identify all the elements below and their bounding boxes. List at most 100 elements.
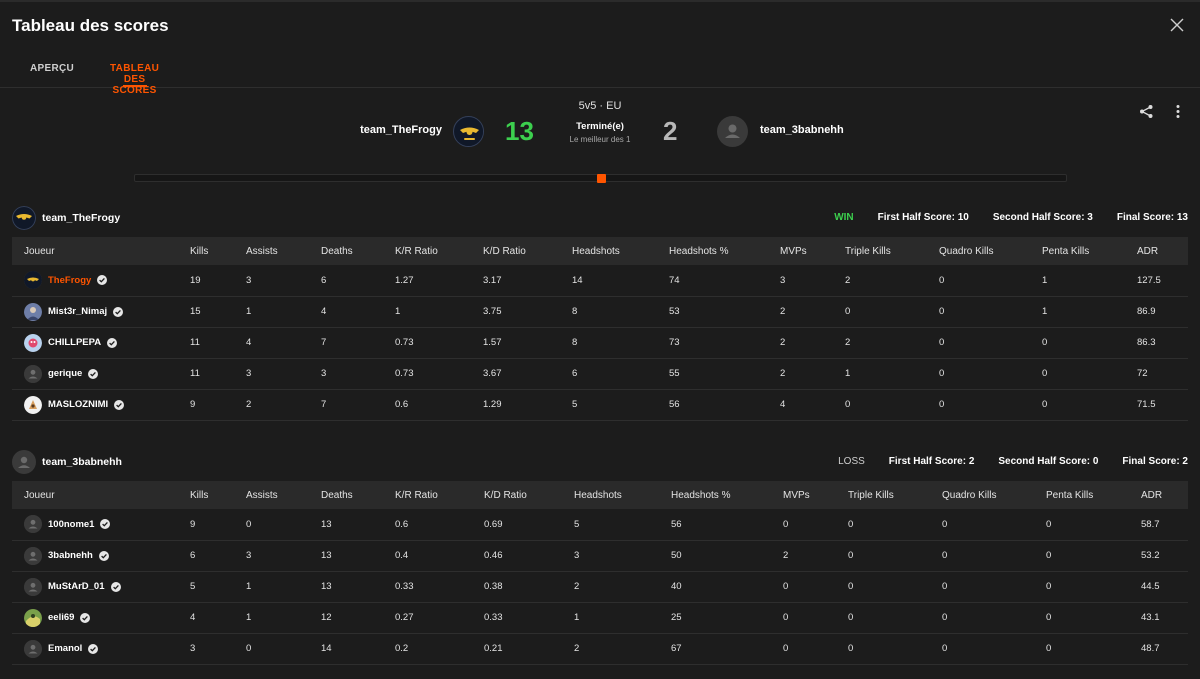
- col-header-triple-kills[interactable]: Triple Kills: [833, 237, 927, 265]
- stat-triple-kills: 0: [836, 633, 930, 665]
- progress-marker: [597, 174, 606, 183]
- team-a-name[interactable]: team_TheFrogy: [360, 124, 442, 136]
- player-link[interactable]: MASLOZNIMI: [24, 395, 178, 414]
- verified-icon: [98, 550, 109, 561]
- stat-assists: 3: [234, 265, 309, 297]
- avatar[interactable]: [24, 608, 42, 627]
- player-link[interactable]: gerique: [24, 364, 178, 383]
- team-b-logo[interactable]: [717, 116, 748, 147]
- stat-kd-ratio: 3.67: [471, 358, 560, 390]
- verified-icon: [100, 519, 111, 530]
- team-b-section-name[interactable]: team_3babnehh: [42, 456, 122, 468]
- col-header-quadro-kills[interactable]: Quadro Kills: [927, 237, 1030, 265]
- col-header-kd-ratio[interactable]: K/D Ratio: [472, 481, 562, 509]
- stat-penta-kills: 0: [1034, 633, 1129, 665]
- avatar[interactable]: [24, 302, 42, 321]
- avatar[interactable]: [24, 577, 42, 596]
- player-name[interactable]: Emanol: [48, 643, 82, 654]
- player-name[interactable]: Mist3r_Nimaj: [48, 306, 107, 317]
- col-header-kd-ratio[interactable]: K/D Ratio: [471, 237, 560, 265]
- more-options-icon[interactable]: [1174, 104, 1182, 119]
- player-cell: MuStArD_01: [12, 571, 178, 603]
- avatar[interactable]: [24, 333, 42, 352]
- col-header-triple-kills[interactable]: Triple Kills: [836, 481, 930, 509]
- scoreboard-modal: Tableau des scores APERÇU TABLEAU DES SC…: [0, 0, 1200, 679]
- stat-kd-ratio: 1.57: [471, 327, 560, 359]
- stat-kr-ratio: 0.6: [383, 389, 471, 421]
- close-icon[interactable]: [1170, 18, 1184, 32]
- stat-headshots-pct: 53: [657, 296, 768, 328]
- player-name[interactable]: eeli69: [48, 612, 74, 623]
- col-header-kills[interactable]: Kills: [178, 237, 234, 265]
- team-a-section-name[interactable]: team_TheFrogy: [42, 212, 120, 224]
- col-header-adr[interactable]: ADR: [1129, 481, 1188, 509]
- col-header-deaths[interactable]: Deaths: [309, 481, 383, 509]
- stat-headshots: 8: [560, 296, 657, 328]
- col-header-adr[interactable]: ADR: [1125, 237, 1188, 265]
- avatar[interactable]: [24, 364, 42, 383]
- stat-kd-ratio: 0.21: [472, 633, 562, 665]
- col-header-assists[interactable]: Assists: [234, 237, 309, 265]
- player-link[interactable]: Mist3r_Nimaj: [24, 302, 178, 321]
- col-header-quadro-kills[interactable]: Quadro Kills: [930, 481, 1034, 509]
- stat-penta-kills: 0: [1034, 509, 1129, 541]
- team-a-logo[interactable]: [453, 116, 484, 147]
- player-name[interactable]: CHILLPEPA: [48, 337, 101, 348]
- col-header-kr-ratio[interactable]: K/R Ratio: [383, 481, 472, 509]
- player-name[interactable]: 100nome1: [48, 519, 94, 530]
- player-name[interactable]: gerique: [48, 368, 82, 379]
- col-header-mvps[interactable]: MVPs: [771, 481, 836, 509]
- verified-icon: [114, 399, 125, 410]
- player-link[interactable]: 100nome1: [24, 515, 178, 534]
- player-row: Mist3r_Nimaj 15 1 4 1 3.75 8 53 2 0 0 1 86.9: [12, 296, 1188, 328]
- player-name[interactable]: TheFrogy: [48, 275, 91, 286]
- team-b-small-logo[interactable]: [12, 450, 36, 474]
- team-b-name[interactable]: team_3babnehh: [760, 124, 844, 136]
- stat-kills: 9: [178, 509, 234, 541]
- col-header-mvps[interactable]: MVPs: [768, 237, 833, 265]
- avatar[interactable]: [24, 546, 42, 565]
- player-name[interactable]: MASLOZNIMI: [48, 399, 108, 410]
- player-link[interactable]: eeli69: [24, 608, 178, 627]
- player-name[interactable]: 3babnehh: [48, 550, 93, 561]
- col-header-deaths[interactable]: Deaths: [309, 237, 383, 265]
- col-header-penta-kills[interactable]: Penta Kills: [1030, 237, 1125, 265]
- col-header-kills[interactable]: Kills: [178, 481, 234, 509]
- col-header-headshots-pct[interactable]: Headshots %: [657, 237, 768, 265]
- player-name[interactable]: MuStArD_01: [48, 581, 105, 592]
- col-header-assists[interactable]: Assists: [234, 481, 309, 509]
- col-header-headshots-pct[interactable]: Headshots %: [659, 481, 771, 509]
- player-link[interactable]: 3babnehh: [24, 546, 178, 565]
- stat-adr: 58.7: [1129, 509, 1188, 541]
- avatar[interactable]: [24, 395, 42, 414]
- stat-adr: 48.7: [1129, 633, 1188, 665]
- col-header-headshots[interactable]: Headshots: [562, 481, 659, 509]
- col-header-headshots[interactable]: Headshots: [560, 237, 657, 265]
- avatar[interactable]: [24, 639, 42, 658]
- stat-headshots: 6: [560, 358, 657, 390]
- match-progress-bar: [134, 174, 1067, 183]
- verified-icon: [80, 612, 91, 623]
- stat-kr-ratio: 0.73: [383, 358, 471, 390]
- player-link[interactable]: CHILLPEPA: [24, 333, 178, 352]
- player-link[interactable]: Emanol: [24, 639, 178, 658]
- stat-penta-kills: 0: [1030, 358, 1125, 390]
- verified-icon: [113, 306, 124, 317]
- tab-apercu[interactable]: APERÇU: [30, 56, 74, 87]
- stat-headshots-pct: 74: [657, 265, 768, 297]
- player-link[interactable]: MuStArD_01: [24, 577, 178, 596]
- share-icon[interactable]: [1139, 104, 1154, 119]
- stat-kr-ratio: 0.27: [383, 602, 472, 634]
- avatar[interactable]: [24, 515, 42, 534]
- stat-kd-ratio: 0.33: [472, 602, 562, 634]
- col-header-penta-kills[interactable]: Penta Kills: [1034, 481, 1129, 509]
- player-link[interactable]: TheFrogy: [24, 271, 178, 290]
- stat-assists: 0: [234, 509, 309, 541]
- team-a-small-logo[interactable]: [12, 206, 36, 230]
- avatar[interactable]: [24, 271, 42, 290]
- stat-assists: 2: [234, 389, 309, 421]
- tab-scoreboard[interactable]: TABLEAU DES SCORES: [110, 56, 159, 96]
- col-header-kr-ratio[interactable]: K/R Ratio: [383, 237, 471, 265]
- stat-headshots-pct: 56: [659, 509, 771, 541]
- stat-assists: 3: [234, 540, 309, 572]
